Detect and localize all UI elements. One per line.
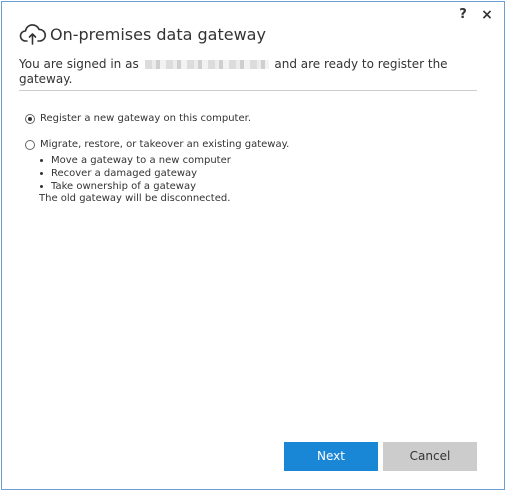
- next-button[interactable]: Next: [284, 442, 378, 471]
- signed-in-prefix: You are signed in as: [19, 57, 139, 71]
- migrate-radio[interactable]: [25, 139, 35, 150]
- register-radio[interactable]: [25, 113, 35, 124]
- redacted-account: [144, 60, 269, 69]
- migrate-option-label: Migrate, restore, or takeover an existin…: [40, 139, 290, 150]
- close-button[interactable]: ×: [478, 6, 496, 24]
- disconnect-note: The old gateway will be disconnected.: [39, 193, 231, 204]
- list-item: Take ownership of a gateway: [40, 180, 231, 193]
- cloud-upload-icon: [19, 24, 47, 45]
- signed-in-message: You are signed in as and are ready to re…: [19, 57, 477, 91]
- dialog-title: On-premises data gateway: [50, 24, 266, 44]
- migrate-gateway-option[interactable]: Migrate, restore, or takeover an existin…: [25, 139, 289, 150]
- list-item: Recover a damaged gateway: [40, 167, 231, 180]
- list-item: Move a gateway to a new computer: [40, 154, 231, 167]
- help-button[interactable]: ?: [454, 6, 472, 24]
- cancel-button[interactable]: Cancel: [383, 442, 477, 471]
- register-new-gateway-option[interactable]: Register a new gateway on this computer.: [25, 113, 251, 124]
- migrate-bullet-list: Move a gateway to a new computer Recover…: [40, 154, 231, 193]
- dialog-window: ? × On-premises data gateway You are sig…: [1, 1, 505, 490]
- dialog-header: On-premises data gateway: [19, 22, 266, 46]
- register-option-label: Register a new gateway on this computer.: [40, 113, 252, 124]
